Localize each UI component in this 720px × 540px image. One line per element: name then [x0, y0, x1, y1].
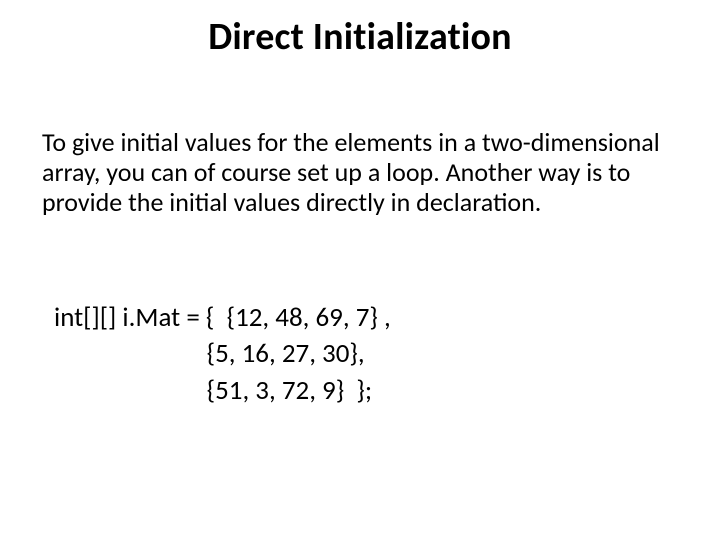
code-example: int[][] i.Mat = { {12, 48, 69, 7} , {5, …	[54, 300, 666, 409]
body-paragraph: To give initial values for the elements …	[42, 128, 678, 218]
slide: Direct Initialization To give initial va…	[0, 0, 720, 540]
slide-title: Direct Initialization	[0, 14, 720, 60]
